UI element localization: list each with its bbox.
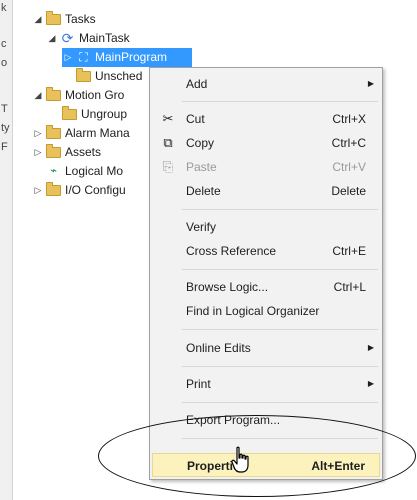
menu-item-cross-reference[interactable]: Cross Reference Ctrl+E <box>152 239 380 263</box>
menu-item-properties[interactable]: Properties Alt+Enter <box>152 453 380 477</box>
tree-node-label: Unsched <box>95 69 143 83</box>
expand-arrow-icon[interactable]: ▷ <box>62 48 74 67</box>
expand-arrow-icon[interactable]: ▷ <box>32 124 44 143</box>
menu-item-online-edits[interactable]: Online Edits ▶ <box>152 336 380 360</box>
menu-separator <box>182 438 378 439</box>
folder-icon <box>46 182 61 196</box>
submenu-arrow-icon: ▶ <box>367 343 374 352</box>
menu-separator <box>182 209 378 210</box>
submenu-arrow-icon: ▶ <box>367 79 374 88</box>
menu-item-print[interactable]: Print ▶ <box>152 372 380 396</box>
tree-node-motion-groups[interactable]: ◢ Motion Gro <box>32 86 124 105</box>
left-strip-text-3: o <box>1 57 8 69</box>
collapse-arrow-icon[interactable]: ◢ <box>32 10 44 29</box>
tree-node-label: MainTask <box>79 31 130 45</box>
left-strip-text-5: ty <box>1 122 10 134</box>
tree-node-main-task[interactable]: ◢ ⟳ MainTask <box>46 29 130 48</box>
tree-node-ungrouped[interactable]: Ungroup <box>48 105 127 124</box>
folder-icon <box>46 144 61 158</box>
tree-node-label: Tasks <box>65 12 96 26</box>
collapse-arrow-icon[interactable]: ◢ <box>32 86 44 105</box>
collapse-arrow-icon[interactable]: ◢ <box>46 29 58 48</box>
left-strip-text-6: F <box>1 141 8 153</box>
menu-separator <box>182 101 378 102</box>
continuous-task-icon: ⟳ <box>61 30 74 46</box>
menu-separator <box>182 269 378 270</box>
tree-node-assets[interactable]: ▷ Assets <box>32 143 101 162</box>
folder-icon <box>46 87 61 101</box>
left-strip-text-1: k <box>1 2 7 14</box>
tree-node-label: MainProgram <box>95 50 168 64</box>
context-menu: Add ▶ ✂ Cut Ctrl+X ⧉ Copy Ctrl+C ⎘ Paste… <box>149 67 383 480</box>
tree-node-label: I/O Configu <box>65 183 126 197</box>
paste-icon: ⎘ <box>162 159 174 174</box>
menu-item-copy[interactable]: ⧉ Copy Ctrl+C <box>152 131 380 155</box>
folder-icon <box>62 106 77 120</box>
folder-icon <box>46 11 61 25</box>
tree-node-label: Assets <box>65 145 102 159</box>
menu-item-paste: ⎘ Paste Ctrl+V <box>152 155 380 179</box>
tree-node-io-configuration[interactable]: ▷ I/O Configu <box>32 181 126 200</box>
tree-node-label: Motion Gro <box>65 88 125 102</box>
logical-model-icon: ⌁ <box>50 165 57 177</box>
left-strip-text-4: T <box>1 103 8 115</box>
expand-arrow-icon[interactable]: ▷ <box>32 143 44 162</box>
folder-icon <box>76 68 91 82</box>
tree-node-label: Alarm Mana <box>65 126 130 140</box>
menu-item-add[interactable]: Add ▶ <box>152 72 380 96</box>
menu-item-delete[interactable]: Delete Delete <box>152 179 380 203</box>
left-strip-text-2: c <box>1 38 7 50</box>
tree-node-label: Ungroup <box>81 107 128 121</box>
submenu-arrow-icon: ▶ <box>367 379 374 388</box>
menu-item-verify[interactable]: Verify <box>152 215 380 239</box>
menu-item-cut[interactable]: ✂ Cut Ctrl+X <box>152 107 380 131</box>
tree-node-alarm-manager[interactable]: ▷ Alarm Mana <box>32 124 130 143</box>
hand-cursor-icon <box>231 446 249 473</box>
menu-item-browse-logic[interactable]: Browse Logic... Ctrl+L <box>152 275 380 299</box>
tree-node-unscheduled[interactable]: Unsched <box>62 67 142 86</box>
expand-arrow-icon[interactable]: ▷ <box>32 181 44 200</box>
tree-node-logical-model[interactable]: ⌁ Logical Mo <box>32 162 123 181</box>
menu-separator <box>182 366 378 367</box>
menu-item-find-in-logical-organizer[interactable]: Find in Logical Organizer <box>152 299 380 323</box>
menu-separator <box>182 329 378 330</box>
program-icon: ⛶ <box>79 50 88 64</box>
tree-node-label: Logical Mo <box>65 164 124 178</box>
scissors-icon: ✂ <box>162 111 174 126</box>
menu-item-export-program[interactable]: Export Program... <box>152 408 380 432</box>
tree-node-main-program[interactable]: ▷ ⛶ MainProgram <box>62 48 192 67</box>
copy-icon: ⧉ <box>163 135 173 150</box>
menu-separator <box>182 402 378 403</box>
tree-node-tasks[interactable]: ◢ Tasks <box>32 10 96 29</box>
folder-icon <box>46 125 61 139</box>
